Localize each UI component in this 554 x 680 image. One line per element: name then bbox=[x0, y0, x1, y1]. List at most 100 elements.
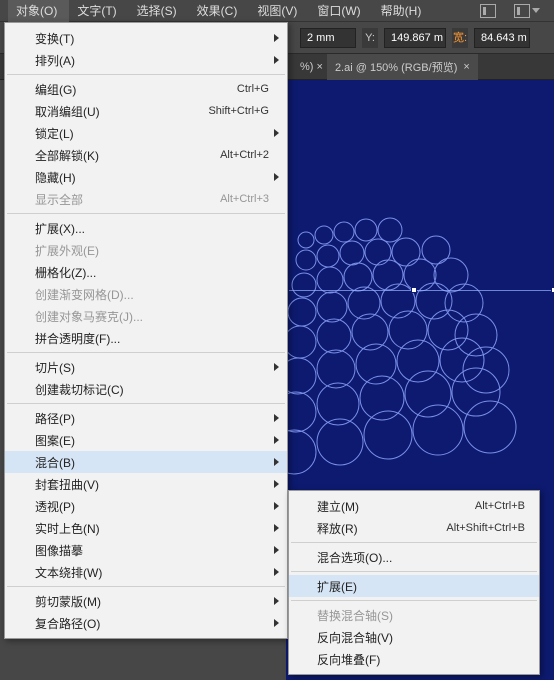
object-menu-item-15[interactable]: 拼合透明度(F)... bbox=[5, 327, 287, 349]
submenu-arrow-icon bbox=[274, 568, 279, 576]
object-menu-item-label: 全部解锁(K) bbox=[35, 147, 220, 164]
object-menu-separator bbox=[7, 352, 285, 353]
blend-submenu-item-label: 反向混合轴(V) bbox=[317, 629, 525, 646]
blend-submenu-item-label: 扩展(E) bbox=[317, 578, 525, 595]
object-menu-item-label: 图案(E) bbox=[35, 432, 269, 449]
document-tab[interactable]: 2.ai @ 150% (RGB/预览) × bbox=[327, 54, 478, 80]
object-menu-item-17[interactable]: 切片(S) bbox=[5, 356, 287, 378]
object-menu-item-label: 实时上色(N) bbox=[35, 520, 269, 537]
submenu-arrow-icon bbox=[274, 546, 279, 554]
selection-handle-n[interactable] bbox=[411, 287, 417, 293]
blend-submenu-separator bbox=[291, 571, 537, 572]
object-menu-item-1[interactable]: 排列(A) bbox=[5, 49, 287, 71]
object-menu-item-13: 创建渐变网格(D)... bbox=[5, 283, 287, 305]
object-menu-item-label: 取消编组(U) bbox=[35, 103, 208, 120]
blend-submenu-item-label: 释放(R) bbox=[317, 520, 446, 537]
object-menu-item-12[interactable]: 栅格化(Z)... bbox=[5, 261, 287, 283]
workspace-dropdown-icon[interactable] bbox=[532, 8, 540, 13]
selection-handles[interactable] bbox=[286, 290, 554, 500]
blend-submenu-item-label: 混合选项(O)... bbox=[317, 549, 525, 566]
width-label: 宽: bbox=[452, 28, 468, 48]
workspace-icon[interactable] bbox=[514, 4, 530, 18]
object-menu-item-label: 文本绕排(W) bbox=[35, 564, 269, 581]
submenu-arrow-icon bbox=[274, 414, 279, 422]
object-menu-item-21[interactable]: 图案(E) bbox=[5, 429, 287, 451]
layout-icon[interactable] bbox=[480, 4, 496, 18]
menu-select[interactable]: 选择(S) bbox=[129, 0, 189, 22]
submenu-arrow-icon bbox=[274, 173, 279, 181]
blend-submenu-item-label: 反向堆叠(F) bbox=[317, 651, 525, 668]
main-menubar: 对象(O) 文字(T) 选择(S) 效果(C) 视图(V) 窗口(W) 帮助(H… bbox=[0, 0, 554, 22]
object-menu-item-shortcut: Shift+Ctrl+G bbox=[208, 105, 269, 117]
object-menu-item-6[interactable]: 全部解锁(K)Alt+Ctrl+2 bbox=[5, 144, 287, 166]
object-menu-item-22[interactable]: 混合(B) bbox=[5, 451, 287, 473]
object-menu-item-label: 隐藏(H) bbox=[35, 169, 269, 186]
object-menu-item-26[interactable]: 图像描摹 bbox=[5, 539, 287, 561]
menubar-right-icons bbox=[480, 4, 554, 18]
object-menu-item-label: 切片(S) bbox=[35, 359, 269, 376]
object-menu-item-label: 变换(T) bbox=[35, 30, 269, 47]
object-menu-item-label: 图像描摹 bbox=[35, 542, 269, 559]
blend-submenu: 建立(M)Alt+Ctrl+B释放(R)Alt+Shift+Ctrl+B混合选项… bbox=[288, 490, 540, 675]
y-input[interactable]: 149.867 m bbox=[384, 28, 446, 48]
object-menu-item-20[interactable]: 路径(P) bbox=[5, 407, 287, 429]
submenu-arrow-icon bbox=[274, 436, 279, 444]
submenu-arrow-icon bbox=[274, 597, 279, 605]
submenu-arrow-icon bbox=[274, 129, 279, 137]
menu-text[interactable]: 文字(T) bbox=[69, 0, 128, 22]
submenu-arrow-icon bbox=[274, 458, 279, 466]
object-menu-item-4[interactable]: 取消编组(U)Shift+Ctrl+G bbox=[5, 100, 287, 122]
object-menu-item-10[interactable]: 扩展(X)... bbox=[5, 217, 287, 239]
object-menu-item-27[interactable]: 文本绕排(W) bbox=[5, 561, 287, 583]
blend-submenu-item-shortcut: Alt+Shift+Ctrl+B bbox=[446, 522, 525, 534]
blend-submenu-item-9[interactable]: 反向堆叠(F) bbox=[289, 648, 539, 670]
blend-submenu-item-1[interactable]: 释放(R)Alt+Shift+Ctrl+B bbox=[289, 517, 539, 539]
blend-submenu-item-3[interactable]: 混合选项(O)... bbox=[289, 546, 539, 568]
object-menu-item-23[interactable]: 封套扭曲(V) bbox=[5, 473, 287, 495]
object-menu-item-30[interactable]: 复合路径(O) bbox=[5, 612, 287, 634]
object-menu-item-29[interactable]: 剪切蒙版(M) bbox=[5, 590, 287, 612]
object-menu-item-label: 编组(G) bbox=[35, 81, 237, 98]
menu-window[interactable]: 窗口(W) bbox=[309, 0, 372, 22]
field-1[interactable]: 2 mm bbox=[300, 28, 356, 48]
object-menu-item-label: 创建对象马赛克(J)... bbox=[35, 308, 269, 325]
object-menu-item-11: 扩展外观(E) bbox=[5, 239, 287, 261]
blend-submenu-item-0[interactable]: 建立(M)Alt+Ctrl+B bbox=[289, 495, 539, 517]
blend-submenu-item-8[interactable]: 反向混合轴(V) bbox=[289, 626, 539, 648]
submenu-arrow-icon bbox=[274, 524, 279, 532]
object-menu-item-label: 路径(P) bbox=[35, 410, 269, 427]
width-input[interactable]: 84.643 m bbox=[474, 28, 530, 48]
submenu-arrow-icon bbox=[274, 480, 279, 488]
submenu-arrow-icon bbox=[274, 619, 279, 627]
tab-label: 2.ai @ 150% (RGB/预览) bbox=[335, 59, 457, 75]
object-menu-item-0[interactable]: 变换(T) bbox=[5, 27, 287, 49]
object-menu-separator bbox=[7, 74, 285, 75]
object-menu-item-label: 扩展外观(E) bbox=[35, 242, 269, 259]
menu-object[interactable]: 对象(O) bbox=[8, 0, 69, 22]
object-menu-item-label: 拼合透明度(F)... bbox=[35, 330, 269, 347]
blend-submenu-item-7: 替换混合轴(S) bbox=[289, 604, 539, 626]
menu-view[interactable]: 视图(V) bbox=[249, 0, 309, 22]
object-menu-item-7[interactable]: 隐藏(H) bbox=[5, 166, 287, 188]
object-menu-item-label: 显示全部 bbox=[35, 191, 220, 208]
blend-submenu-item-shortcut: Alt+Ctrl+B bbox=[475, 500, 525, 512]
object-menu-item-label: 排列(A) bbox=[35, 52, 269, 69]
tab-close-icon[interactable]: × bbox=[463, 61, 469, 73]
menu-effect[interactable]: 效果(C) bbox=[189, 0, 250, 22]
object-menu-item-label: 创建裁切标记(C) bbox=[35, 381, 269, 398]
submenu-arrow-icon bbox=[274, 502, 279, 510]
object-menu-separator bbox=[7, 403, 285, 404]
object-menu-item-24[interactable]: 透视(P) bbox=[5, 495, 287, 517]
object-menu-item-5[interactable]: 锁定(L) bbox=[5, 122, 287, 144]
object-menu-item-18[interactable]: 创建裁切标记(C) bbox=[5, 378, 287, 400]
blend-submenu-separator bbox=[291, 600, 537, 601]
menu-help[interactable]: 帮助(H) bbox=[373, 0, 434, 22]
object-menu-item-label: 锁定(L) bbox=[35, 125, 269, 142]
blend-submenu-separator bbox=[291, 542, 537, 543]
object-menu-item-label: 扩展(X)... bbox=[35, 220, 269, 237]
object-menu-item-shortcut: Alt+Ctrl+3 bbox=[220, 193, 269, 205]
submenu-arrow-icon bbox=[274, 56, 279, 64]
object-menu-item-3[interactable]: 编组(G)Ctrl+G bbox=[5, 78, 287, 100]
blend-submenu-item-5[interactable]: 扩展(E) bbox=[289, 575, 539, 597]
object-menu-item-25[interactable]: 实时上色(N) bbox=[5, 517, 287, 539]
